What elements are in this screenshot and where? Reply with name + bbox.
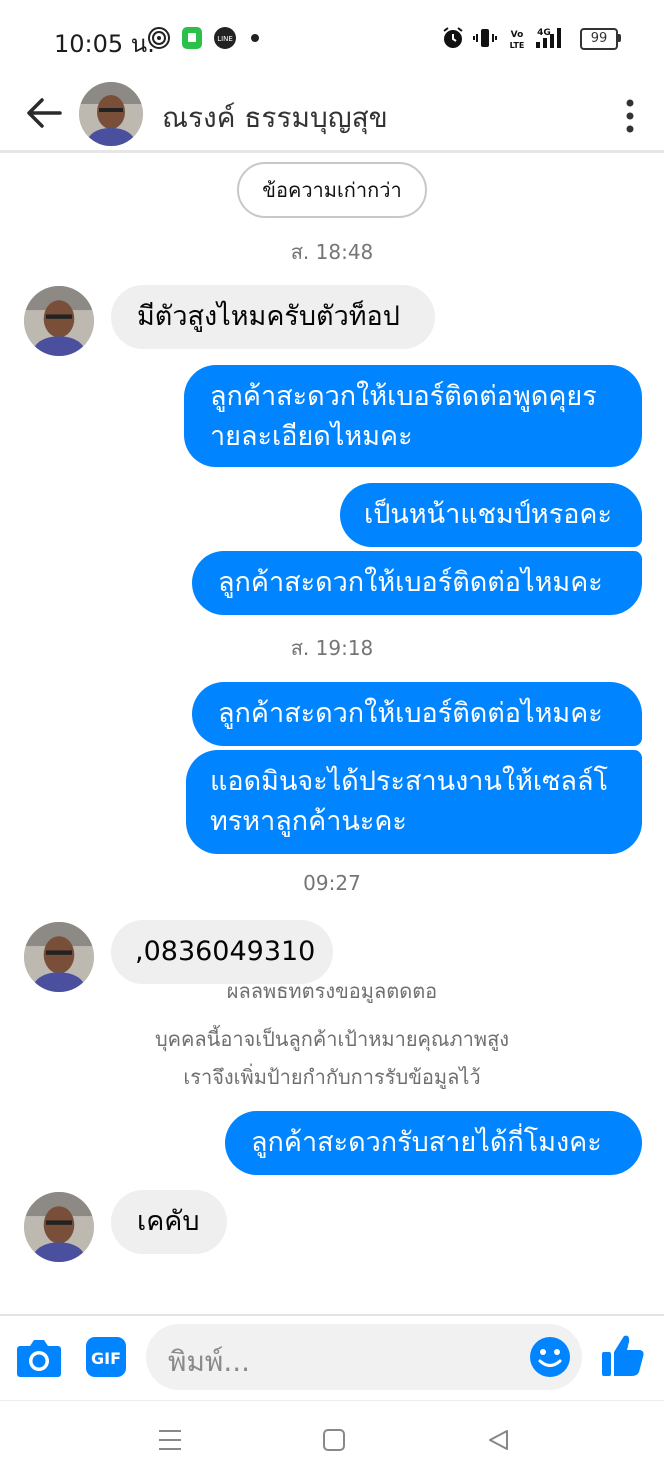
message-line: แอดมินจะได้ประสานงานให้เซลล์โ bbox=[210, 766, 609, 797]
timestamp: ส. 18:48 bbox=[290, 240, 374, 264]
message-input-placeholder: พิมพ์... bbox=[168, 1345, 251, 1378]
status-time: 10:05 น. bbox=[54, 30, 155, 58]
message-bubble-incoming[interactable]: มีตัวสูงไหมครับตัวท็อป bbox=[111, 285, 435, 349]
message-bubble-outgoing[interactable]: ลูกค้าสะดวกให้เบอร์ติดต่อพูดคุยร ายละเอี… bbox=[184, 365, 642, 467]
back-arrow-icon[interactable] bbox=[24, 96, 64, 130]
header-divider bbox=[0, 150, 664, 153]
sender-avatar[interactable] bbox=[24, 1192, 94, 1262]
battery-tip bbox=[618, 34, 621, 42]
svg-text:LTE: LTE bbox=[510, 41, 525, 50]
gif-label: GIF bbox=[91, 1349, 121, 1368]
fingerprint-icon bbox=[146, 26, 172, 50]
camera-icon[interactable] bbox=[16, 1336, 62, 1378]
sender-avatar[interactable] bbox=[24, 286, 94, 356]
older-messages-button[interactable]: ข้อความเก่ากว่า bbox=[237, 162, 427, 218]
message-line: ทรหาลูกค้านะคะ bbox=[210, 806, 407, 837]
message-line: ลูกค้าสะดวกให้เบอร์ติดต่อพูดคุยร bbox=[210, 381, 597, 412]
alarm-icon bbox=[440, 26, 466, 50]
line-app-icon: LINE bbox=[212, 26, 238, 50]
message-line: ายละเอียดไหมคะ bbox=[210, 421, 413, 452]
svg-text:4G: 4G bbox=[537, 28, 551, 38]
signal-4g-icon: 4G bbox=[532, 26, 572, 50]
contact-name[interactable]: ณรงค์ ธรรมบุญสุข bbox=[162, 96, 388, 140]
menu-icon[interactable] bbox=[156, 1428, 184, 1452]
more-vert-icon[interactable] bbox=[622, 98, 638, 134]
contact-avatar[interactable] bbox=[79, 82, 143, 146]
thumbs-up-icon[interactable] bbox=[600, 1332, 646, 1378]
message-bubble-incoming[interactable]: ,0836049310 bbox=[111, 920, 333, 984]
home-icon[interactable] bbox=[322, 1428, 346, 1452]
timestamp: 09:27 bbox=[303, 871, 361, 895]
system-notice-partial: ผลลัพธ์ที่ตรงข้อมูลติดต่อ bbox=[100, 986, 564, 1006]
sender-avatar[interactable] bbox=[24, 922, 94, 992]
system-notice-line: ผลลัพธ์ที่ตรงข้อมูลติดต่อ bbox=[226, 986, 438, 1003]
message-bubble-incoming[interactable]: เคคับ bbox=[111, 1190, 227, 1254]
back-triangle-icon[interactable] bbox=[486, 1428, 510, 1452]
message-bubble-outgoing[interactable]: ลูกค้าสะดวกรับสายได้กี่โมงคะ bbox=[225, 1111, 642, 1175]
vibrate-icon bbox=[472, 26, 498, 50]
battery-indicator: 99 bbox=[580, 28, 618, 50]
composer-divider bbox=[0, 1314, 664, 1316]
volte-icon: Vo LTE bbox=[506, 26, 528, 50]
system-notice-line: บุคคลนี้อาจเป็นลูกค้าเป้าหมายคุณภาพสูง bbox=[154, 1027, 510, 1051]
message-bubble-outgoing[interactable]: ลูกค้าสะดวกให้เบอร์ติดต่อไหมคะ bbox=[192, 682, 642, 746]
svg-text:Vo: Vo bbox=[511, 30, 524, 40]
emoji-icon[interactable] bbox=[529, 1336, 571, 1378]
timestamp: ส. 19:18 bbox=[290, 636, 374, 660]
message-bubble-outgoing[interactable]: แอดมินจะได้ประสานงานให้เซลล์โ ทรหาลูกค้า… bbox=[186, 750, 642, 854]
message-bubble-outgoing[interactable]: ลูกค้าสะดวกให้เบอร์ติดต่อไหมคะ bbox=[192, 551, 642, 615]
svg-text:LINE: LINE bbox=[217, 35, 233, 43]
system-notice-line: เราจึงเพิ่มป้ายกำกับการรับข้อมูลไว้ bbox=[183, 1065, 481, 1089]
gif-icon[interactable]: GIF bbox=[85, 1336, 127, 1378]
dot-icon bbox=[248, 26, 262, 50]
message-bubble-outgoing[interactable]: เป็นหน้าแชมป์หรอคะ bbox=[340, 483, 642, 547]
app-notification-icon bbox=[180, 26, 204, 50]
